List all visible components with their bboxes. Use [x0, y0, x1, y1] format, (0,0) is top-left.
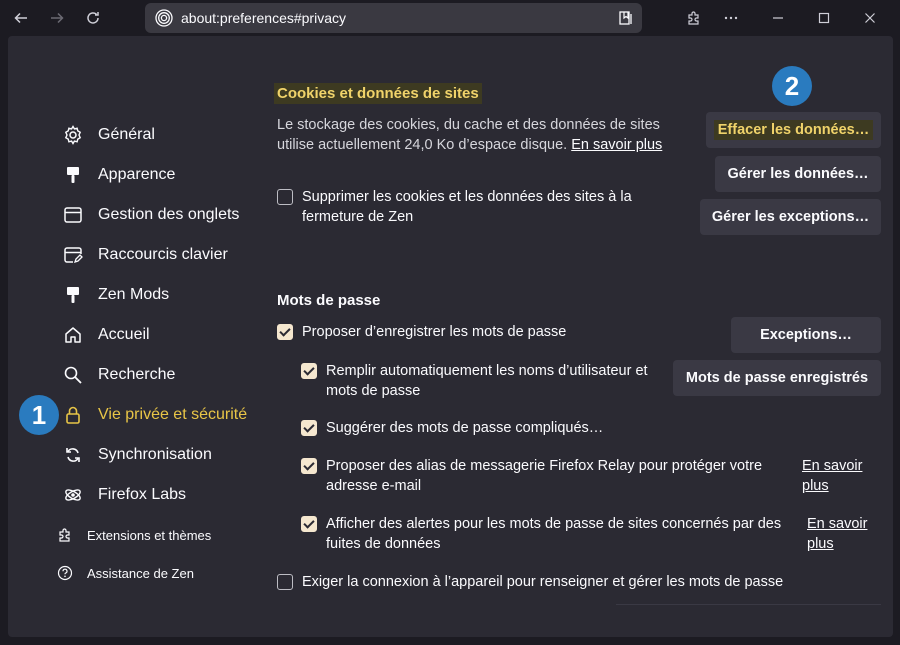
reload-icon — [87, 12, 99, 24]
forward-button[interactable] — [43, 4, 71, 32]
sidebar-item-sync[interactable]: Synchronisation — [62, 440, 212, 470]
maximize-button[interactable] — [810, 4, 838, 32]
tab-window-icon — [62, 204, 84, 226]
sidebar-item-zen-mods[interactable]: Zen Mods — [62, 280, 169, 310]
breach-learn-more-link[interactable]: En savoir plus — [807, 514, 867, 554]
firefox-relay-row[interactable]: Proposer des alias de messagerie Firefox… — [301, 456, 781, 496]
brush-icon — [62, 284, 84, 306]
firefox-relay-checkbox[interactable] — [301, 458, 317, 474]
sidebar-item-support[interactable]: Assistance de Zen — [56, 561, 194, 585]
close-icon — [865, 13, 875, 23]
sidebar-item-privacy[interactable]: Vie privée et sécurité — [62, 400, 247, 430]
delete-cookies-on-close-checkbox[interactable] — [277, 189, 293, 205]
sidebar-item-label: Extensions et thèmes — [87, 527, 212, 543]
cookies-learn-more-link[interactable]: En savoir plus — [571, 137, 662, 153]
suggest-passwords-checkbox[interactable] — [301, 420, 317, 436]
reload-button[interactable] — [79, 4, 107, 32]
gear-icon — [62, 124, 84, 146]
sidebar-item-tab-management[interactable]: Gestion des onglets — [62, 200, 239, 230]
lock-icon — [62, 404, 84, 426]
arrow-right-icon — [51, 12, 64, 24]
puzzle-icon — [56, 526, 74, 544]
help-icon — [56, 564, 74, 582]
cookies-description: Le stockage des cookies, du cache et des… — [277, 117, 663, 153]
sidebar-item-label: Accueil — [98, 326, 150, 343]
saved-passwords-button[interactable]: Mots de passe enregistrés — [673, 360, 881, 396]
maximize-icon — [818, 12, 830, 24]
browser-toolbar: about:preferences#privacy — [0, 0, 900, 36]
preferences-panel: Général Apparence Gestion des onglets Ra… — [8, 36, 893, 637]
sidebar-item-home[interactable]: Accueil — [62, 320, 150, 350]
extensions-button[interactable] — [680, 4, 708, 32]
relay-learn-more-link[interactable]: En savoir plus — [802, 456, 862, 496]
sidebar-item-appearance[interactable]: Apparence — [62, 160, 175, 190]
breach-alerts-row[interactable]: Afficher des alertes pour les mots de pa… — [301, 514, 801, 554]
minimize-icon — [773, 17, 783, 19]
section-divider — [616, 604, 881, 605]
device-auth-row[interactable]: Exiger la connexion à l’appareil pour re… — [277, 572, 783, 592]
sidebar-item-label: Général — [98, 126, 155, 143]
close-window-button[interactable] — [856, 4, 884, 32]
passwords-section-title: Mots de passe — [277, 292, 381, 309]
manage-data-button[interactable]: Gérer les données… — [715, 156, 881, 192]
sidebar-item-firefox-labs[interactable]: Firefox Labs — [62, 480, 186, 510]
sidebar-item-label: Apparence — [98, 166, 176, 183]
edit-window-icon — [62, 244, 84, 266]
arrow-left-icon — [14, 12, 27, 24]
sidebar-item-general[interactable]: Général — [62, 120, 155, 150]
sidebar-item-label: Assistance de Zen — [87, 565, 194, 581]
back-button[interactable] — [7, 4, 35, 32]
autofill-logins-row[interactable]: Remplir automatiquement les noms d’utili… — [301, 361, 681, 401]
clear-data-button[interactable]: Effacer les données… — [706, 112, 881, 148]
browser-logo-icon — [155, 9, 173, 27]
atom-icon — [62, 484, 84, 506]
home-icon — [62, 324, 84, 346]
menu-button[interactable] — [717, 4, 745, 32]
sidebar-item-search[interactable]: Recherche — [62, 360, 175, 390]
ask-save-passwords-row[interactable]: Proposer d’enregistrer les mots de passe — [277, 322, 566, 342]
autofill-logins-checkbox[interactable] — [301, 363, 317, 379]
url-text: about:preferences#privacy — [181, 10, 346, 26]
sidebar-item-label: Recherche — [98, 366, 176, 383]
sidebar-item-extensions[interactable]: Extensions et thèmes — [56, 523, 211, 547]
delete-cookies-on-close-row[interactable]: Supprimer les cookies et les données des… — [277, 187, 677, 227]
device-auth-checkbox[interactable] — [277, 574, 293, 590]
puzzle-icon — [688, 11, 699, 25]
brush-icon — [62, 164, 84, 186]
annotation-badge-1: 1 — [19, 395, 59, 435]
sync-icon — [62, 444, 84, 466]
suggest-passwords-row[interactable]: Suggérer des mots de passe compliqués… — [301, 418, 603, 438]
manage-exceptions-button[interactable]: Gérer les exceptions… — [700, 199, 881, 235]
ask-save-passwords-checkbox[interactable] — [277, 324, 293, 340]
password-exceptions-button[interactable]: Exceptions… — [731, 317, 881, 353]
sidebar-item-label: Raccourcis clavier — [98, 246, 228, 263]
bookmark-icon[interactable] — [618, 10, 634, 26]
sidebar-item-label: Vie privée et sécurité — [98, 406, 248, 423]
breach-alerts-checkbox[interactable] — [301, 516, 317, 532]
sidebar-item-label: Zen Mods — [98, 286, 170, 303]
minimize-button[interactable] — [764, 4, 792, 32]
sidebar-item-label: Firefox Labs — [98, 486, 187, 503]
sidebar-item-shortcuts[interactable]: Raccourcis clavier — [62, 240, 228, 270]
search-icon — [62, 364, 84, 386]
more-horizontal-icon — [724, 16, 738, 20]
url-bar[interactable]: about:preferences#privacy — [145, 3, 642, 33]
cookies-section-title: Cookies et données de sites — [274, 83, 482, 104]
sidebar-item-label: Synchronisation — [98, 446, 212, 463]
annotation-badge-2: 2 — [772, 66, 812, 106]
sidebar-item-label: Gestion des onglets — [98, 206, 240, 223]
